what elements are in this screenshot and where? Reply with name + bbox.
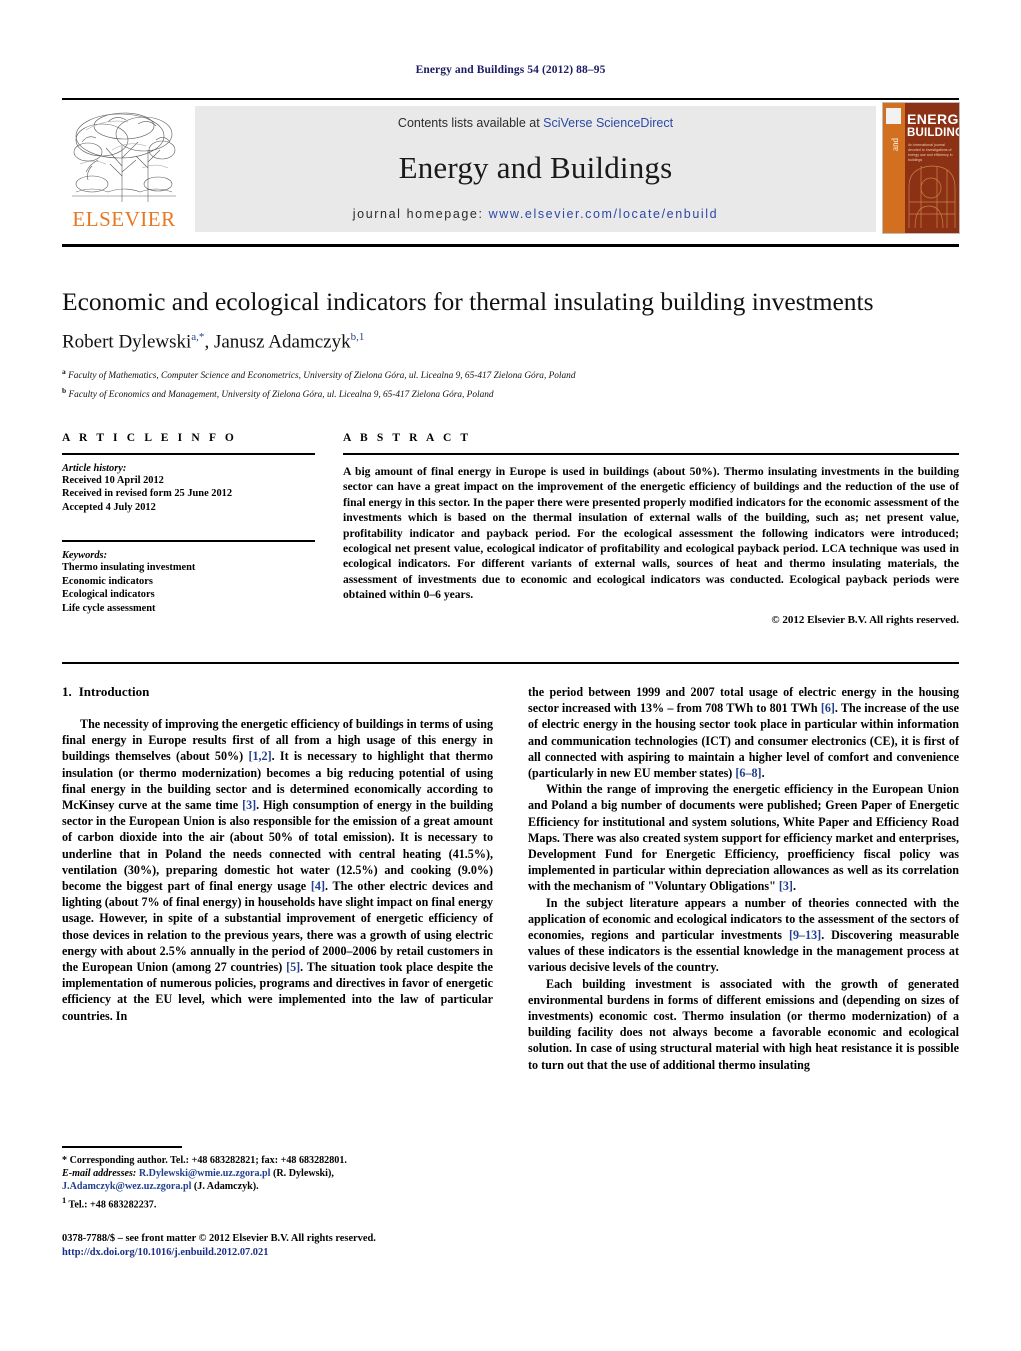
article-history-item: Received 10 April 2012 xyxy=(62,474,164,486)
page-title: Economic and ecological indicators for t… xyxy=(62,287,874,316)
keyword-item: Life cycle assessment xyxy=(62,602,156,614)
contents-band: Contents lists available at SciVerse Sci… xyxy=(195,106,876,232)
abstract-column: A B S T R A C T A big amount of final en… xyxy=(343,432,959,626)
affiliation-line: a Faculty of Mathematics, Computer Scien… xyxy=(62,365,959,383)
masthead: ELSEVIER Contents lists available at Sci… xyxy=(62,98,960,236)
citation-reference[interactable]: [6] xyxy=(821,701,835,715)
section-title: Introduction xyxy=(78,684,150,699)
journal-homepage-link[interactable]: www.elsevier.com/locate/enbuild xyxy=(489,207,719,221)
keywords-heading: Keywords: xyxy=(62,549,108,561)
article-info-rule xyxy=(62,453,315,455)
keyword-item: Ecological indicators xyxy=(62,589,155,601)
cover-artwork-icon xyxy=(908,165,956,229)
article-page: Energy and Buildings 54 (2012) 88–95 ELS… xyxy=(0,0,1021,1351)
citation-reference[interactable]: [5] xyxy=(286,960,300,974)
author-separator: , xyxy=(204,331,214,353)
article-info-heading: A R T I C L E I N F O xyxy=(62,432,237,444)
keyword-item: Economic indicators xyxy=(62,575,153,587)
citation-reference[interactable]: [3] xyxy=(779,879,793,893)
right-body-text: the period between 1999 and 2007 total u… xyxy=(528,684,959,1073)
left-body-text: The necessity of improving the energetic… xyxy=(62,716,493,1024)
affiliation-text: Faculty of Economics and Management, Uni… xyxy=(68,390,494,401)
body-column-left: 1. Introduction The necessity of improvin… xyxy=(62,684,493,1024)
affiliation-mark: b xyxy=(62,386,67,396)
title-top-rule xyxy=(62,244,959,247)
email-owner-dylewski: (R. Dylewski), xyxy=(273,1168,334,1179)
article-info-column: A R T I C L E I N F O Article history: R… xyxy=(62,432,315,615)
cover-elsevier-mark-icon xyxy=(886,108,901,124)
contents-available-line: Contents lists available at SciVerse Sci… xyxy=(195,116,876,130)
imprint-block: 0378-7788/$ – see front matter © 2012 El… xyxy=(62,1232,522,1260)
body-paragraph: In the subject literature appears a numb… xyxy=(528,895,959,976)
paragraph-text: Within the range of improving the energe… xyxy=(528,782,959,894)
email-link-dylewski[interactable]: R.Dylewski@wmie.uz.zgora.pl xyxy=(139,1168,271,1179)
abstract-heading: A B S T R A C T xyxy=(343,432,472,444)
elsevier-tree-icon xyxy=(72,112,176,202)
journal-title: Energy and Buildings xyxy=(398,150,673,185)
article-history-heading: Article history: xyxy=(62,462,127,474)
footnote-emails: E-mail addresses: R.Dylewski@wmie.uz.zgo… xyxy=(62,1167,493,1180)
section-heading-introduction: 1. Introduction xyxy=(62,684,493,700)
citation-reference[interactable]: [1,2] xyxy=(248,749,271,763)
cover-and-label: and xyxy=(890,138,900,151)
title-block: Economic and ecological indicators for t… xyxy=(62,250,959,403)
footnote-emails-cont: J.Adamczyk@wez.uz.zgora.pl (J. Adamczyk)… xyxy=(62,1180,493,1193)
author-marks: b,1 xyxy=(350,331,365,343)
body-paragraph: the period between 1999 and 2007 total u… xyxy=(528,684,959,781)
journal-homepage-line: journal homepage: www.elsevier.com/locat… xyxy=(195,207,876,221)
citation-reference[interactable]: [3] xyxy=(242,798,256,812)
paragraph-text: Each building investment is associated w… xyxy=(528,976,959,1072)
footnote-note-1: 1 Tel.: +48 683282237. xyxy=(62,1194,493,1212)
doi-link[interactable]: http://dx.doi.org/10.1016/j.enbuild.2012… xyxy=(62,1247,268,1258)
email-label: E-mail addresses: xyxy=(62,1168,137,1179)
body-paragraph: Each building investment is associated w… xyxy=(528,976,959,1073)
citation-reference[interactable]: [6–8] xyxy=(735,766,761,780)
author-name: Janusz Adamczyk xyxy=(213,331,351,353)
elsevier-wordmark: ELSEVIER xyxy=(72,207,176,231)
issn-line: 0378-7788/$ – see front matter © 2012 El… xyxy=(62,1233,376,1244)
body-paragraph: The necessity of improving the energetic… xyxy=(62,716,493,1024)
footnote-note-1-text: Tel.: +48 683282237. xyxy=(68,1199,157,1211)
footnotes: * Corresponding author. Tel.: +48 683282… xyxy=(62,1146,493,1212)
footnote-rule xyxy=(62,1146,182,1148)
contents-prefix: Contents lists available at xyxy=(397,116,544,130)
body-paragraph: Within the range of improving the energe… xyxy=(528,781,959,894)
article-history-item: Received in revised form 25 June 2012 xyxy=(62,488,233,500)
paragraph-text: . xyxy=(792,879,796,894)
sciencedirect-link[interactable]: SciVerse ScienceDirect xyxy=(543,116,673,130)
citation-reference[interactable]: [9–13] xyxy=(789,928,821,942)
cover-title-energy: ENERGY xyxy=(907,111,959,127)
article-history-item: Accepted 4 July 2012 xyxy=(62,501,156,513)
abstract-text: A big amount of final energy in Europe i… xyxy=(343,465,959,602)
running-head: Energy and Buildings 54 (2012) 88–95 xyxy=(415,64,606,76)
affiliation-mark: a xyxy=(62,367,66,377)
abstract-bottom-rule xyxy=(62,662,959,664)
journal-cover-thumbnail: and ENERGY BUILDINGS An international jo… xyxy=(882,102,960,234)
paragraph-text: . xyxy=(761,766,765,781)
abstract-rule xyxy=(343,453,959,455)
email-owner-adamczyk: (J. Adamczyk). xyxy=(193,1181,259,1193)
homepage-prefix: journal homepage: xyxy=(352,207,489,221)
author-name: Robert Dylewski xyxy=(62,331,192,353)
author-list: Robert Dylewskia,*, Janusz Adamczykb,1 xyxy=(62,331,959,353)
abstract-copyright: © 2012 Elsevier B.V. All rights reserved… xyxy=(771,613,959,626)
keywords-rule xyxy=(62,540,315,542)
footnote-mark-1: 1 xyxy=(62,1195,67,1205)
citation-reference[interactable]: [4] xyxy=(311,879,325,893)
body-column-right: the period between 1999 and 2007 total u… xyxy=(528,684,959,1073)
email-link-adamczyk[interactable]: J.Adamczyk@wez.uz.zgora.pl xyxy=(62,1181,191,1192)
affiliations: a Faculty of Mathematics, Computer Scien… xyxy=(62,365,959,402)
affiliation-line: b Faculty of Economics and Management, U… xyxy=(62,384,959,402)
elsevier-logo: ELSEVIER xyxy=(62,106,186,232)
author-marks: a,* xyxy=(191,331,205,343)
keyword-item: Thermo insulating investment xyxy=(62,561,196,573)
cover-title-buildings: BUILDINGS xyxy=(907,127,959,139)
masthead-top-rule xyxy=(62,98,959,100)
affiliation-text: Faculty of Mathematics, Computer Science… xyxy=(68,371,576,382)
section-number: 1. xyxy=(62,684,72,699)
footnote-corresponding-author: * Corresponding author. Tel.: +48 683282… xyxy=(62,1154,347,1166)
